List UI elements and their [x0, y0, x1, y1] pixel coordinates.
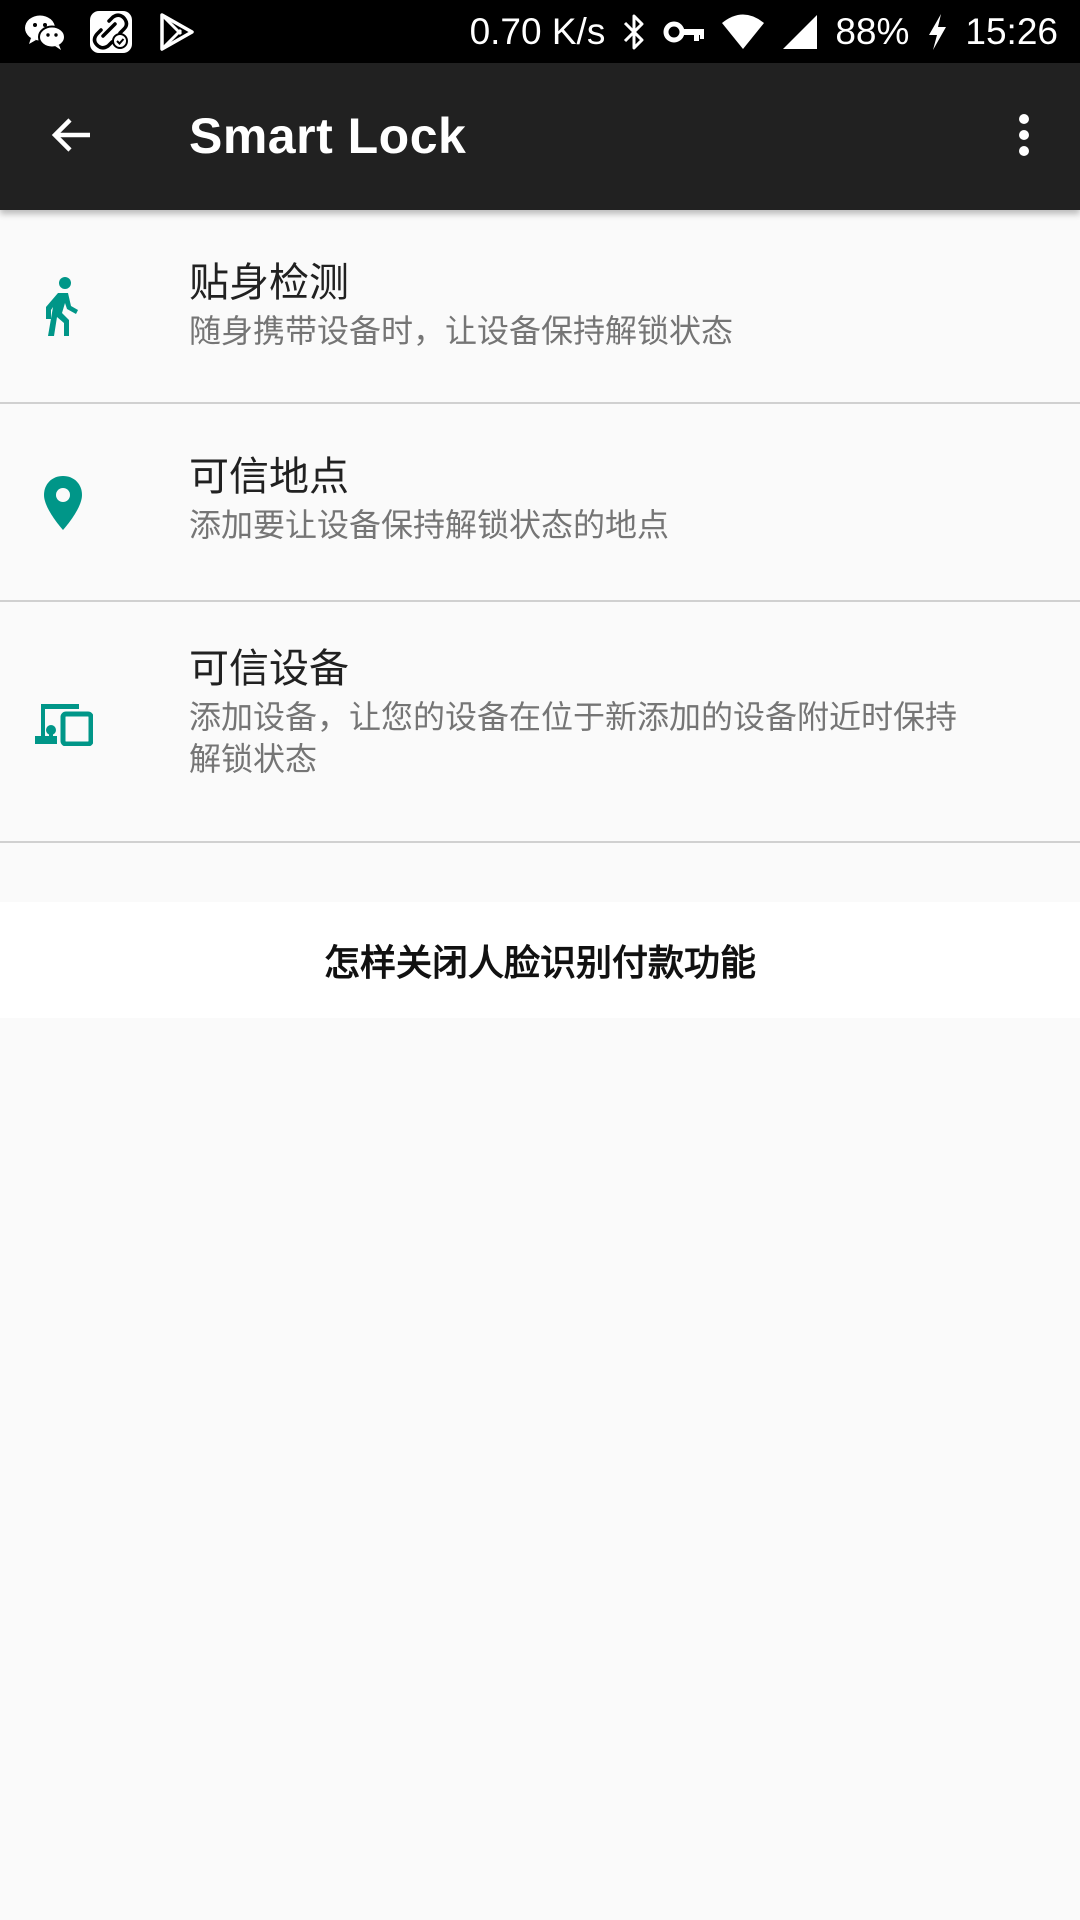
item-title: 贴身检测	[189, 260, 349, 306]
arrow-back-icon	[48, 111, 96, 163]
list-item-trusted-devices[interactable]: 可信设备 添加设备，让您的设备在位于新添加的设备附近时保持解锁状态	[0, 602, 1080, 843]
bolt-icon	[925, 12, 949, 52]
list-item-on-body-detection[interactable]: 贴身检测 随身携带设备时，让设备保持解锁状态	[0, 210, 1080, 404]
app-bar: Smart Lock	[0, 63, 1080, 210]
bluetooth-icon	[621, 12, 647, 52]
link-app-icon	[88, 9, 134, 55]
banner-text: 怎样关闭人脸识别付款功能	[323, 943, 756, 984]
battery-percent: 88%	[835, 10, 910, 52]
play-store-icon	[154, 9, 200, 55]
network-speed: 0.70 K/s	[469, 10, 606, 52]
status-notification-icons	[22, 0, 200, 63]
page-title: Smart Lock	[189, 108, 467, 164]
item-summary: 添加设备，让您的设备在位于新添加的设备附近时保持解锁状态	[189, 698, 958, 778]
location-pin-icon	[28, 468, 98, 538]
key-icon	[663, 12, 705, 52]
smart-lock-options-list: 贴身检测 随身携带设备时，让设备保持解锁状态 可信地点 添加要让设备保持解锁状态…	[0, 210, 1080, 843]
status-system-icons: 0.70 K/s 88% 15:26	[470, 0, 1058, 63]
list-item-trusted-places[interactable]: 可信地点 添加要让设备保持解锁状态的地点	[0, 404, 1080, 602]
clock: 15:26	[965, 10, 1058, 52]
item-summary: 随身携带设备时，让设备保持解锁状态	[189, 312, 734, 350]
devices-icon	[28, 688, 98, 758]
item-title: 可信设备	[189, 646, 349, 692]
wifi-icon	[721, 12, 765, 52]
more-vert-icon	[1016, 111, 1032, 163]
wechat-icon	[22, 9, 68, 55]
overflow-menu-button[interactable]	[992, 105, 1056, 169]
status-bar: 0.70 K/s 88% 15:26	[0, 0, 1080, 63]
item-title: 可信地点	[189, 454, 349, 500]
walk-icon	[28, 272, 98, 342]
cell-signal-icon	[781, 12, 819, 52]
back-button[interactable]	[40, 105, 104, 169]
overlay-banner[interactable]: 怎样关闭人脸识别付款功能	[0, 902, 1080, 1018]
item-summary: 添加要让设备保持解锁状态的地点	[189, 506, 670, 544]
